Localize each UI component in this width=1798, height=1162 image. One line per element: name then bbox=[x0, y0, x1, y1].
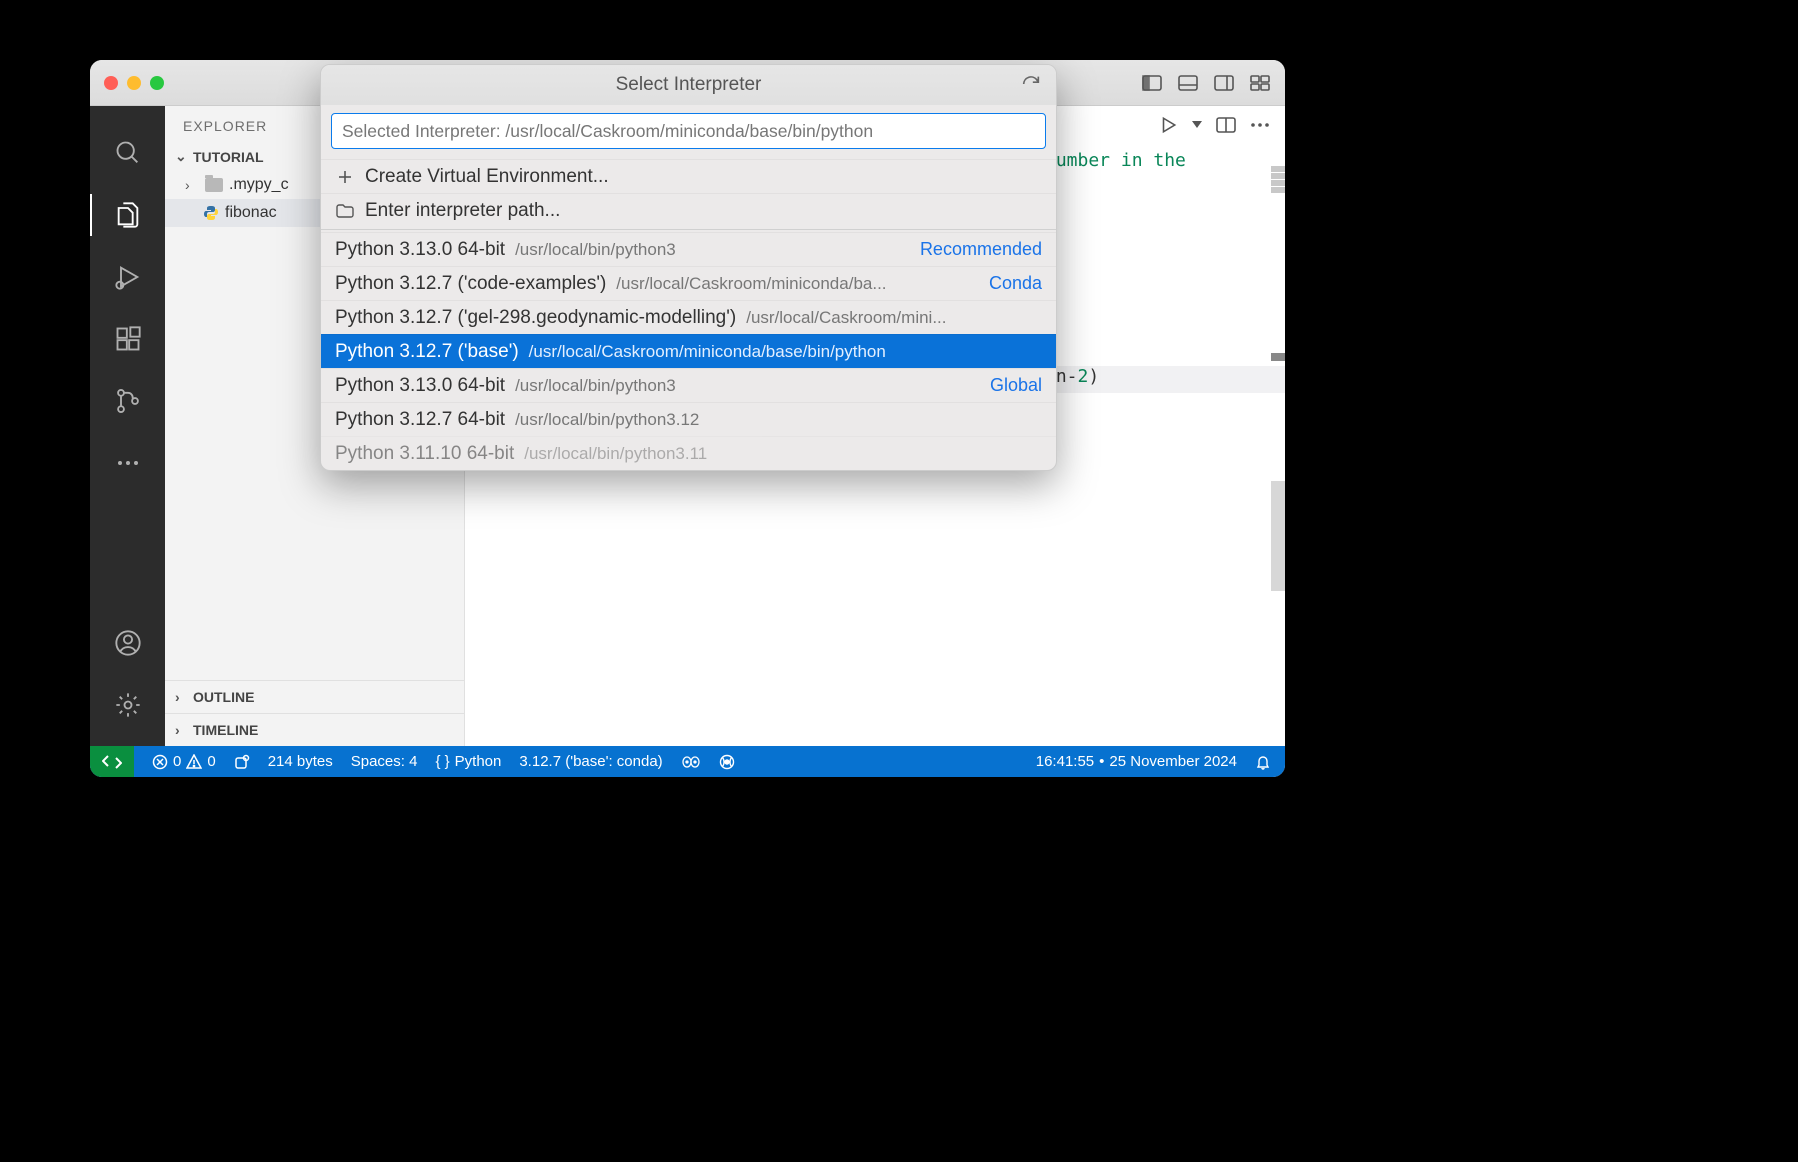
activity-more-icon[interactable] bbox=[90, 432, 165, 494]
activity-settings-icon[interactable] bbox=[90, 674, 165, 736]
python-file-icon bbox=[203, 205, 219, 221]
file-label: fibonac bbox=[225, 204, 277, 222]
plus-icon bbox=[335, 169, 355, 185]
outline-header[interactable]: › OUTLINE bbox=[165, 680, 464, 713]
tag-global: Global bbox=[990, 375, 1042, 396]
layout-secondary-sidebar-icon[interactable] bbox=[1213, 72, 1235, 94]
remote-indicator[interactable] bbox=[90, 746, 134, 777]
status-bell-icon[interactable] bbox=[1255, 754, 1271, 770]
minimap[interactable] bbox=[1271, 166, 1285, 592]
close-window-button[interactable] bbox=[104, 76, 118, 90]
status-interpreter[interactable]: 3.12.7 ('base': conda) bbox=[519, 753, 662, 770]
activity-source-control-icon[interactable] bbox=[90, 370, 165, 432]
quickpick-list: Create Virtual Environment... Enter inte… bbox=[321, 159, 1056, 470]
tag-recommended: Recommended bbox=[920, 239, 1042, 260]
status-bar: 0 0 214 bytes Spaces: 4 { } Python 3.12.… bbox=[90, 746, 1285, 777]
status-errors: 0 bbox=[173, 753, 181, 770]
project-name: TUTORIAL bbox=[193, 149, 264, 165]
chevron-right-icon: › bbox=[185, 177, 199, 193]
run-dropdown-icon[interactable] bbox=[1191, 114, 1203, 136]
braces-icon: { } bbox=[435, 753, 449, 770]
activity-account-icon[interactable] bbox=[90, 612, 165, 674]
chevron-down-icon: ⌄ bbox=[175, 148, 189, 165]
status-filesize[interactable]: 214 bytes bbox=[268, 753, 333, 770]
outline-label: OUTLINE bbox=[193, 689, 254, 705]
activity-bar bbox=[90, 106, 165, 746]
folder-icon bbox=[205, 178, 223, 192]
activity-debug-icon[interactable] bbox=[90, 246, 165, 308]
quickpick-item[interactable]: Python 3.13.0 64-bit /usr/local/bin/pyth… bbox=[321, 368, 1056, 402]
status-indent[interactable]: Spaces: 4 bbox=[351, 753, 418, 770]
status-clock[interactable]: 16:41:55 • 25 November 2024 bbox=[1036, 753, 1237, 770]
quickpick-item[interactable]: Python 3.13.0 64-bit /usr/local/bin/pyth… bbox=[321, 232, 1056, 266]
status-language[interactable]: { } Python bbox=[435, 753, 501, 770]
timeline-header[interactable]: › TIMELINE bbox=[165, 713, 464, 746]
status-copilot-icon[interactable] bbox=[681, 754, 701, 770]
quickpick-enter-path[interactable]: Enter interpreter path... bbox=[321, 193, 1056, 227]
folder-icon bbox=[335, 204, 355, 218]
folder-label: .mypy_c bbox=[229, 176, 289, 194]
refresh-icon[interactable] bbox=[1020, 73, 1042, 95]
status-problems[interactable]: 0 0 bbox=[152, 753, 216, 770]
layout-panel-icon[interactable] bbox=[1177, 72, 1199, 94]
activity-extensions-icon[interactable] bbox=[90, 308, 165, 370]
quickpick-item[interactable]: Python 3.12.7 ('code-examples') /usr/loc… bbox=[321, 266, 1056, 300]
quickpick-item[interactable]: Python 3.12.7 ('gel-298.geodynamic-model… bbox=[321, 300, 1056, 334]
fullscreen-window-button[interactable] bbox=[150, 76, 164, 90]
quickpick-create-venv[interactable]: Create Virtual Environment... bbox=[321, 159, 1056, 193]
quickpick-select-interpreter: Select Interpreter Create Virtual Enviro… bbox=[320, 64, 1057, 471]
quickpick-title: Select Interpreter bbox=[321, 65, 1056, 105]
chevron-right-icon: › bbox=[175, 722, 189, 738]
tag-conda: Conda bbox=[989, 273, 1042, 294]
layout-primary-sidebar-icon[interactable] bbox=[1141, 72, 1163, 94]
activity-search-icon[interactable] bbox=[90, 122, 165, 184]
editor-more-icon[interactable] bbox=[1249, 114, 1271, 136]
run-button[interactable] bbox=[1157, 114, 1179, 136]
activity-explorer-icon[interactable] bbox=[90, 184, 165, 246]
quickpick-item[interactable]: Python 3.11.10 64-bit /usr/local/bin/pyt… bbox=[321, 436, 1056, 470]
status-warnings: 0 bbox=[207, 753, 215, 770]
split-editor-icon[interactable] bbox=[1215, 114, 1237, 136]
chevron-right-icon: › bbox=[175, 689, 189, 705]
status-ports[interactable] bbox=[234, 754, 250, 770]
status-live-icon[interactable] bbox=[719, 754, 735, 770]
interpreter-path-input[interactable] bbox=[331, 113, 1046, 149]
minimize-window-button[interactable] bbox=[127, 76, 141, 90]
quickpick-item[interactable]: Python 3.12.7 64-bit /usr/local/bin/pyth… bbox=[321, 402, 1056, 436]
traffic-lights bbox=[104, 76, 164, 90]
layout-customize-icon[interactable] bbox=[1249, 72, 1271, 94]
timeline-label: TIMELINE bbox=[193, 722, 258, 738]
quickpick-item-selected[interactable]: Python 3.12.7 ('base') /usr/local/Caskro… bbox=[321, 334, 1056, 368]
